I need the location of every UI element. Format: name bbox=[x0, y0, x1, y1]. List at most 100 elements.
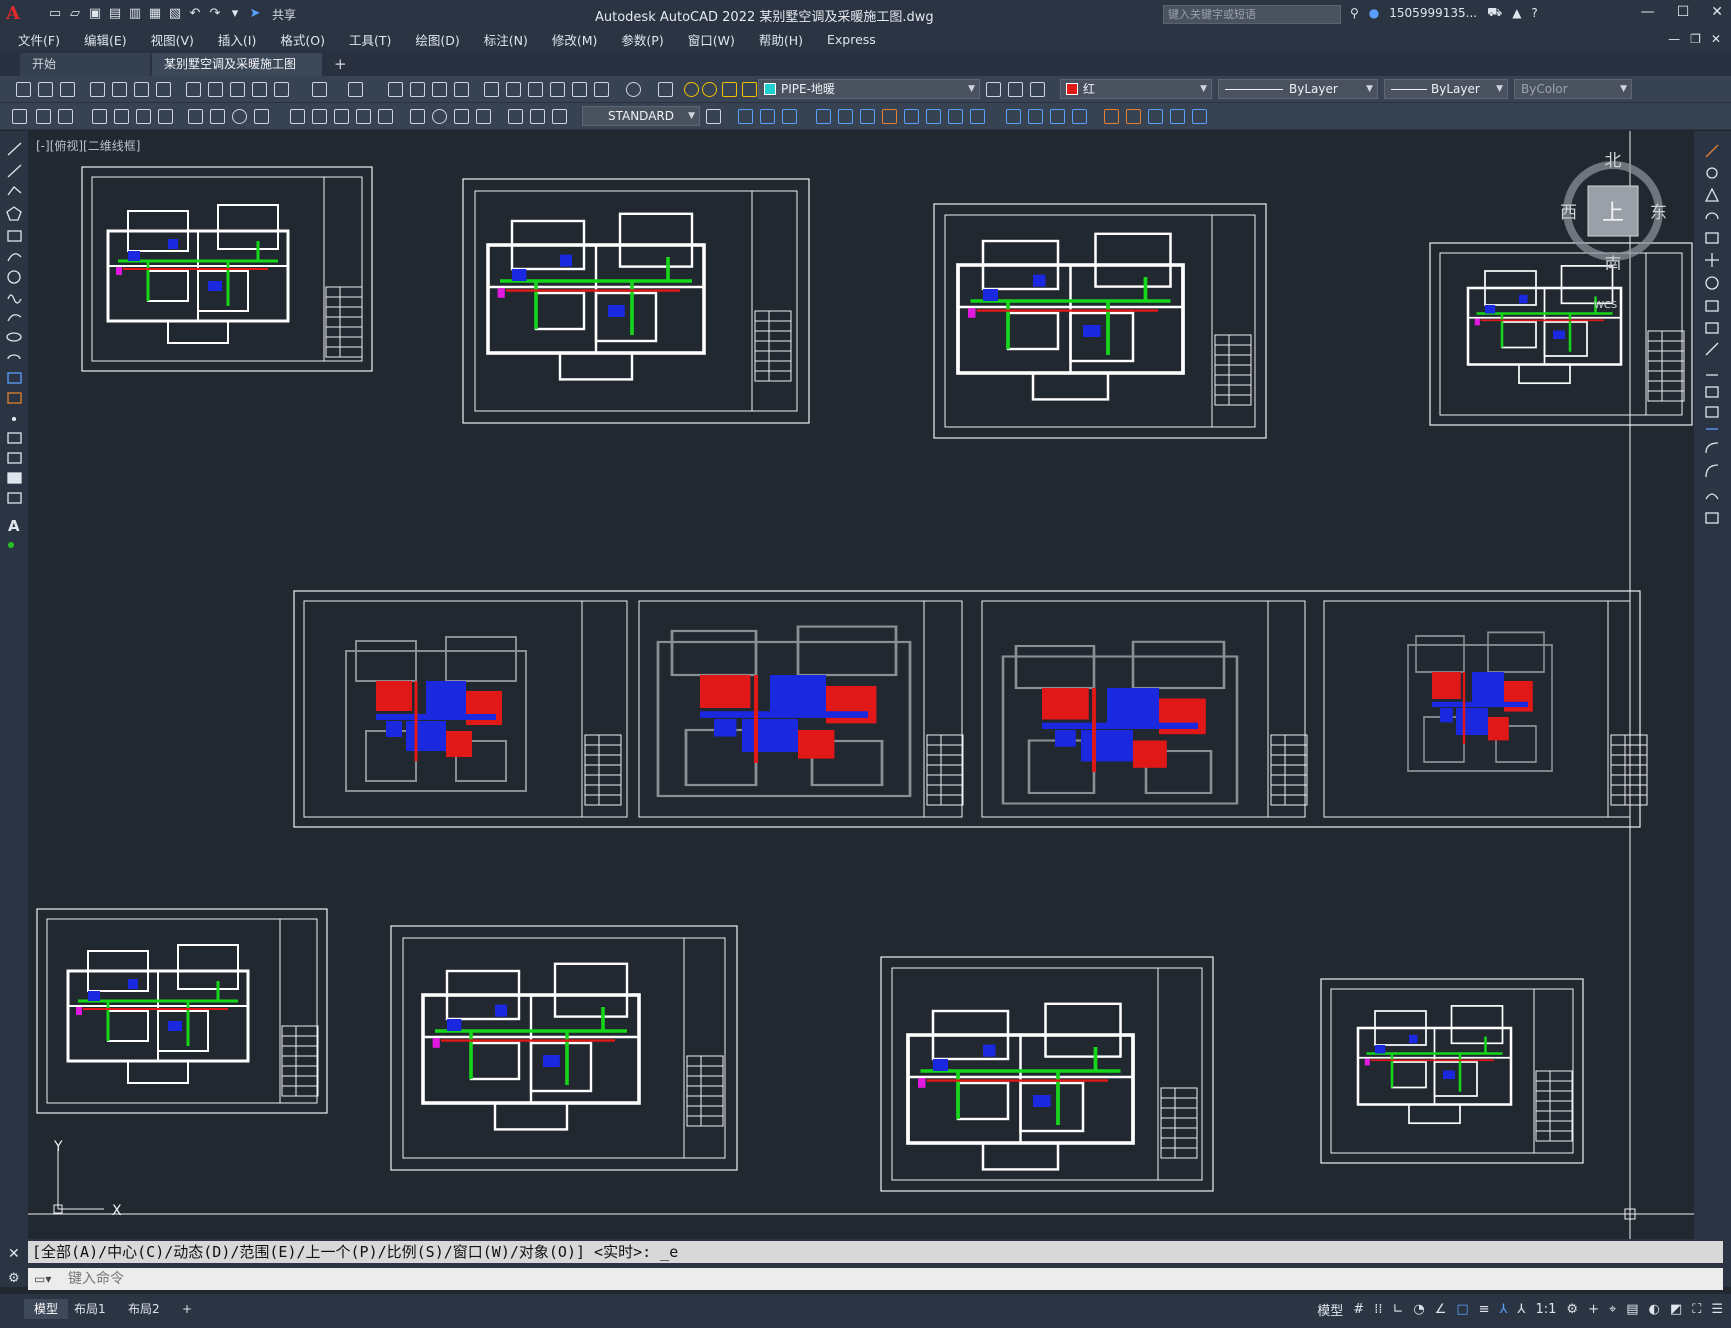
viewcube-top-label[interactable]: 上 bbox=[1602, 201, 1624, 226]
drawing-area[interactable]: Y X bbox=[28, 131, 1694, 1239]
erase-icon[interactable] bbox=[1705, 144, 1719, 158]
modify-copy-icon[interactable] bbox=[838, 109, 853, 124]
make-block-icon[interactable] bbox=[7, 392, 22, 404]
quick-dim-icon[interactable] bbox=[290, 109, 305, 124]
center-mark-icon[interactable] bbox=[432, 109, 447, 124]
drawing-canvas[interactable]: Y X bbox=[28, 131, 1694, 1239]
osnap-tracking-icon[interactable]: ∠ bbox=[1435, 1302, 1447, 1317]
menu-insert[interactable]: 插入(I) bbox=[218, 30, 256, 49]
preview-icon[interactable] bbox=[112, 82, 127, 97]
plot-toolbar-icon[interactable] bbox=[90, 82, 105, 97]
region-icon[interactable] bbox=[7, 472, 22, 484]
autocad-logo-icon[interactable]: A bbox=[6, 3, 28, 25]
layer-dropdown[interactable]: PIPE-地暖 ▼ bbox=[758, 79, 980, 99]
sheet-9[interactable] bbox=[36, 908, 328, 1114]
bulb-on-icon[interactable] bbox=[684, 82, 699, 97]
quick-properties-icon[interactable]: ▤ bbox=[1626, 1302, 1638, 1317]
lineweight-icon[interactable]: ≡ bbox=[1479, 1302, 1490, 1317]
cart-icon[interactable]: ⛟ bbox=[1487, 5, 1502, 21]
menu-view[interactable]: 视图(V) bbox=[151, 30, 194, 49]
customize-command-icon[interactable]: ⚙ bbox=[8, 1271, 20, 1286]
menu-modify[interactable]: 修改(M) bbox=[552, 30, 598, 49]
modify-move-icon[interactable] bbox=[816, 109, 831, 124]
construction-line-icon[interactable] bbox=[7, 164, 22, 178]
paste-icon[interactable] bbox=[230, 82, 245, 97]
tab-document[interactable]: 某别墅空调及采暖施工图*✕ bbox=[152, 53, 322, 93]
annotation-monitor-icon[interactable]: + bbox=[1588, 1302, 1599, 1317]
sheet-3[interactable] bbox=[933, 203, 1267, 439]
modify-scale-icon[interactable] bbox=[926, 109, 941, 124]
object-snap-icon[interactable]: □ bbox=[1456, 1302, 1468, 1317]
jogged-linear-icon[interactable] bbox=[476, 109, 491, 124]
chamfer-icon[interactable] bbox=[1705, 442, 1719, 454]
layer-previous-icon[interactable] bbox=[1008, 82, 1023, 97]
zoom-window-icon[interactable] bbox=[432, 82, 447, 97]
share-icon[interactable]: ➤ bbox=[246, 5, 264, 23]
sheet-2[interactable] bbox=[462, 178, 810, 424]
view-cube-icon[interactable] bbox=[1006, 109, 1021, 124]
modify-rotate-icon[interactable] bbox=[882, 109, 897, 124]
menu-parametric[interactable]: 参数(P) bbox=[621, 30, 663, 49]
workspace-gear-icon[interactable]: ⚙ bbox=[1566, 1302, 1578, 1317]
markup-icon[interactable] bbox=[572, 82, 587, 97]
save-icon[interactable]: ▣ bbox=[86, 5, 104, 23]
hardware-acceleration-icon[interactable]: ◩ bbox=[1670, 1302, 1682, 1317]
polyline-icon[interactable] bbox=[7, 186, 22, 196]
view-manager-icon[interactable] bbox=[1072, 109, 1087, 124]
color-dropdown[interactable]: 红 ▼ bbox=[1060, 79, 1212, 99]
copy-icon[interactable] bbox=[208, 82, 223, 97]
undo-icon[interactable]: ↶ bbox=[186, 5, 204, 23]
rotate-icon[interactable] bbox=[1705, 276, 1719, 290]
polar-icon[interactable]: ◔ bbox=[1413, 1302, 1424, 1317]
units-icon[interactable]: ⌖ bbox=[1609, 1302, 1616, 1317]
model-space-button[interactable]: 模型 bbox=[1317, 1300, 1343, 1319]
dim-update-icon[interactable] bbox=[552, 109, 567, 124]
layer-states-icon[interactable] bbox=[1030, 82, 1045, 97]
menu-window[interactable]: 窗口(W) bbox=[688, 30, 735, 49]
rectangle-icon[interactable] bbox=[7, 230, 22, 242]
insert-ole-icon[interactable] bbox=[1148, 109, 1163, 124]
diameter-dim-icon[interactable] bbox=[232, 109, 247, 124]
help-icon[interactable]: ? bbox=[1531, 6, 1537, 20]
save-as-icon[interactable]: ▤ bbox=[106, 5, 124, 23]
compass-east[interactable]: 东 bbox=[1650, 203, 1667, 223]
continue-dim-icon[interactable] bbox=[334, 109, 349, 124]
save-web-icon[interactable]: ▦ bbox=[146, 5, 164, 23]
insert-block-icon[interactable] bbox=[1104, 109, 1119, 124]
edit-tool-icon[interactable] bbox=[36, 109, 51, 124]
ucs-previous-icon[interactable] bbox=[782, 109, 797, 124]
ellipse-arc-icon[interactable] bbox=[7, 354, 21, 360]
design-center-icon[interactable] bbox=[506, 82, 521, 97]
array-icon[interactable] bbox=[1705, 232, 1719, 244]
calculator-icon[interactable] bbox=[594, 82, 609, 97]
offset-icon[interactable] bbox=[1705, 212, 1719, 220]
user-name[interactable]: 1505999135... bbox=[1389, 6, 1477, 20]
mirror-icon[interactable] bbox=[1704, 187, 1720, 202]
named-views-icon[interactable] bbox=[1050, 109, 1065, 124]
insert-block-tool-icon[interactable] bbox=[7, 372, 22, 384]
add-layout-button[interactable]: + bbox=[172, 1299, 202, 1319]
ordinate-icon[interactable] bbox=[158, 109, 173, 124]
dim-space-icon[interactable] bbox=[356, 109, 371, 124]
fillet-icon[interactable] bbox=[1705, 464, 1719, 478]
open-file-icon[interactable]: ▱ bbox=[66, 5, 84, 23]
modify-offset-icon[interactable] bbox=[970, 109, 985, 124]
make-current-layer-icon[interactable] bbox=[986, 82, 1001, 97]
auto-scale-icon[interactable]: ⅄ bbox=[1518, 1302, 1526, 1317]
freeze-icon[interactable] bbox=[722, 82, 737, 97]
stretch-icon[interactable] bbox=[1705, 322, 1719, 334]
break-point-icon[interactable] bbox=[1705, 386, 1719, 398]
maximize-icon[interactable]: ☐ bbox=[1677, 4, 1690, 20]
modify-stretch-icon[interactable] bbox=[860, 109, 875, 124]
spline-icon[interactable] bbox=[7, 314, 22, 322]
menu-help[interactable]: 帮助(H) bbox=[759, 30, 803, 49]
zoom-previous-icon[interactable] bbox=[454, 82, 469, 97]
move-icon[interactable] bbox=[1705, 253, 1719, 267]
share-button[interactable]: 共享 bbox=[272, 6, 296, 23]
viewport-controls[interactable]: [-][俯视][二维线框] bbox=[36, 137, 140, 154]
grid-icon[interactable]: # bbox=[1353, 1302, 1364, 1317]
search-icon[interactable]: ⚲ bbox=[1350, 6, 1359, 20]
autodesk-app-icon[interactable]: ▲ bbox=[1512, 6, 1521, 20]
dim-break-icon[interactable] bbox=[378, 109, 393, 124]
clean-screen-icon[interactable]: ⛶ bbox=[1692, 1302, 1701, 1317]
